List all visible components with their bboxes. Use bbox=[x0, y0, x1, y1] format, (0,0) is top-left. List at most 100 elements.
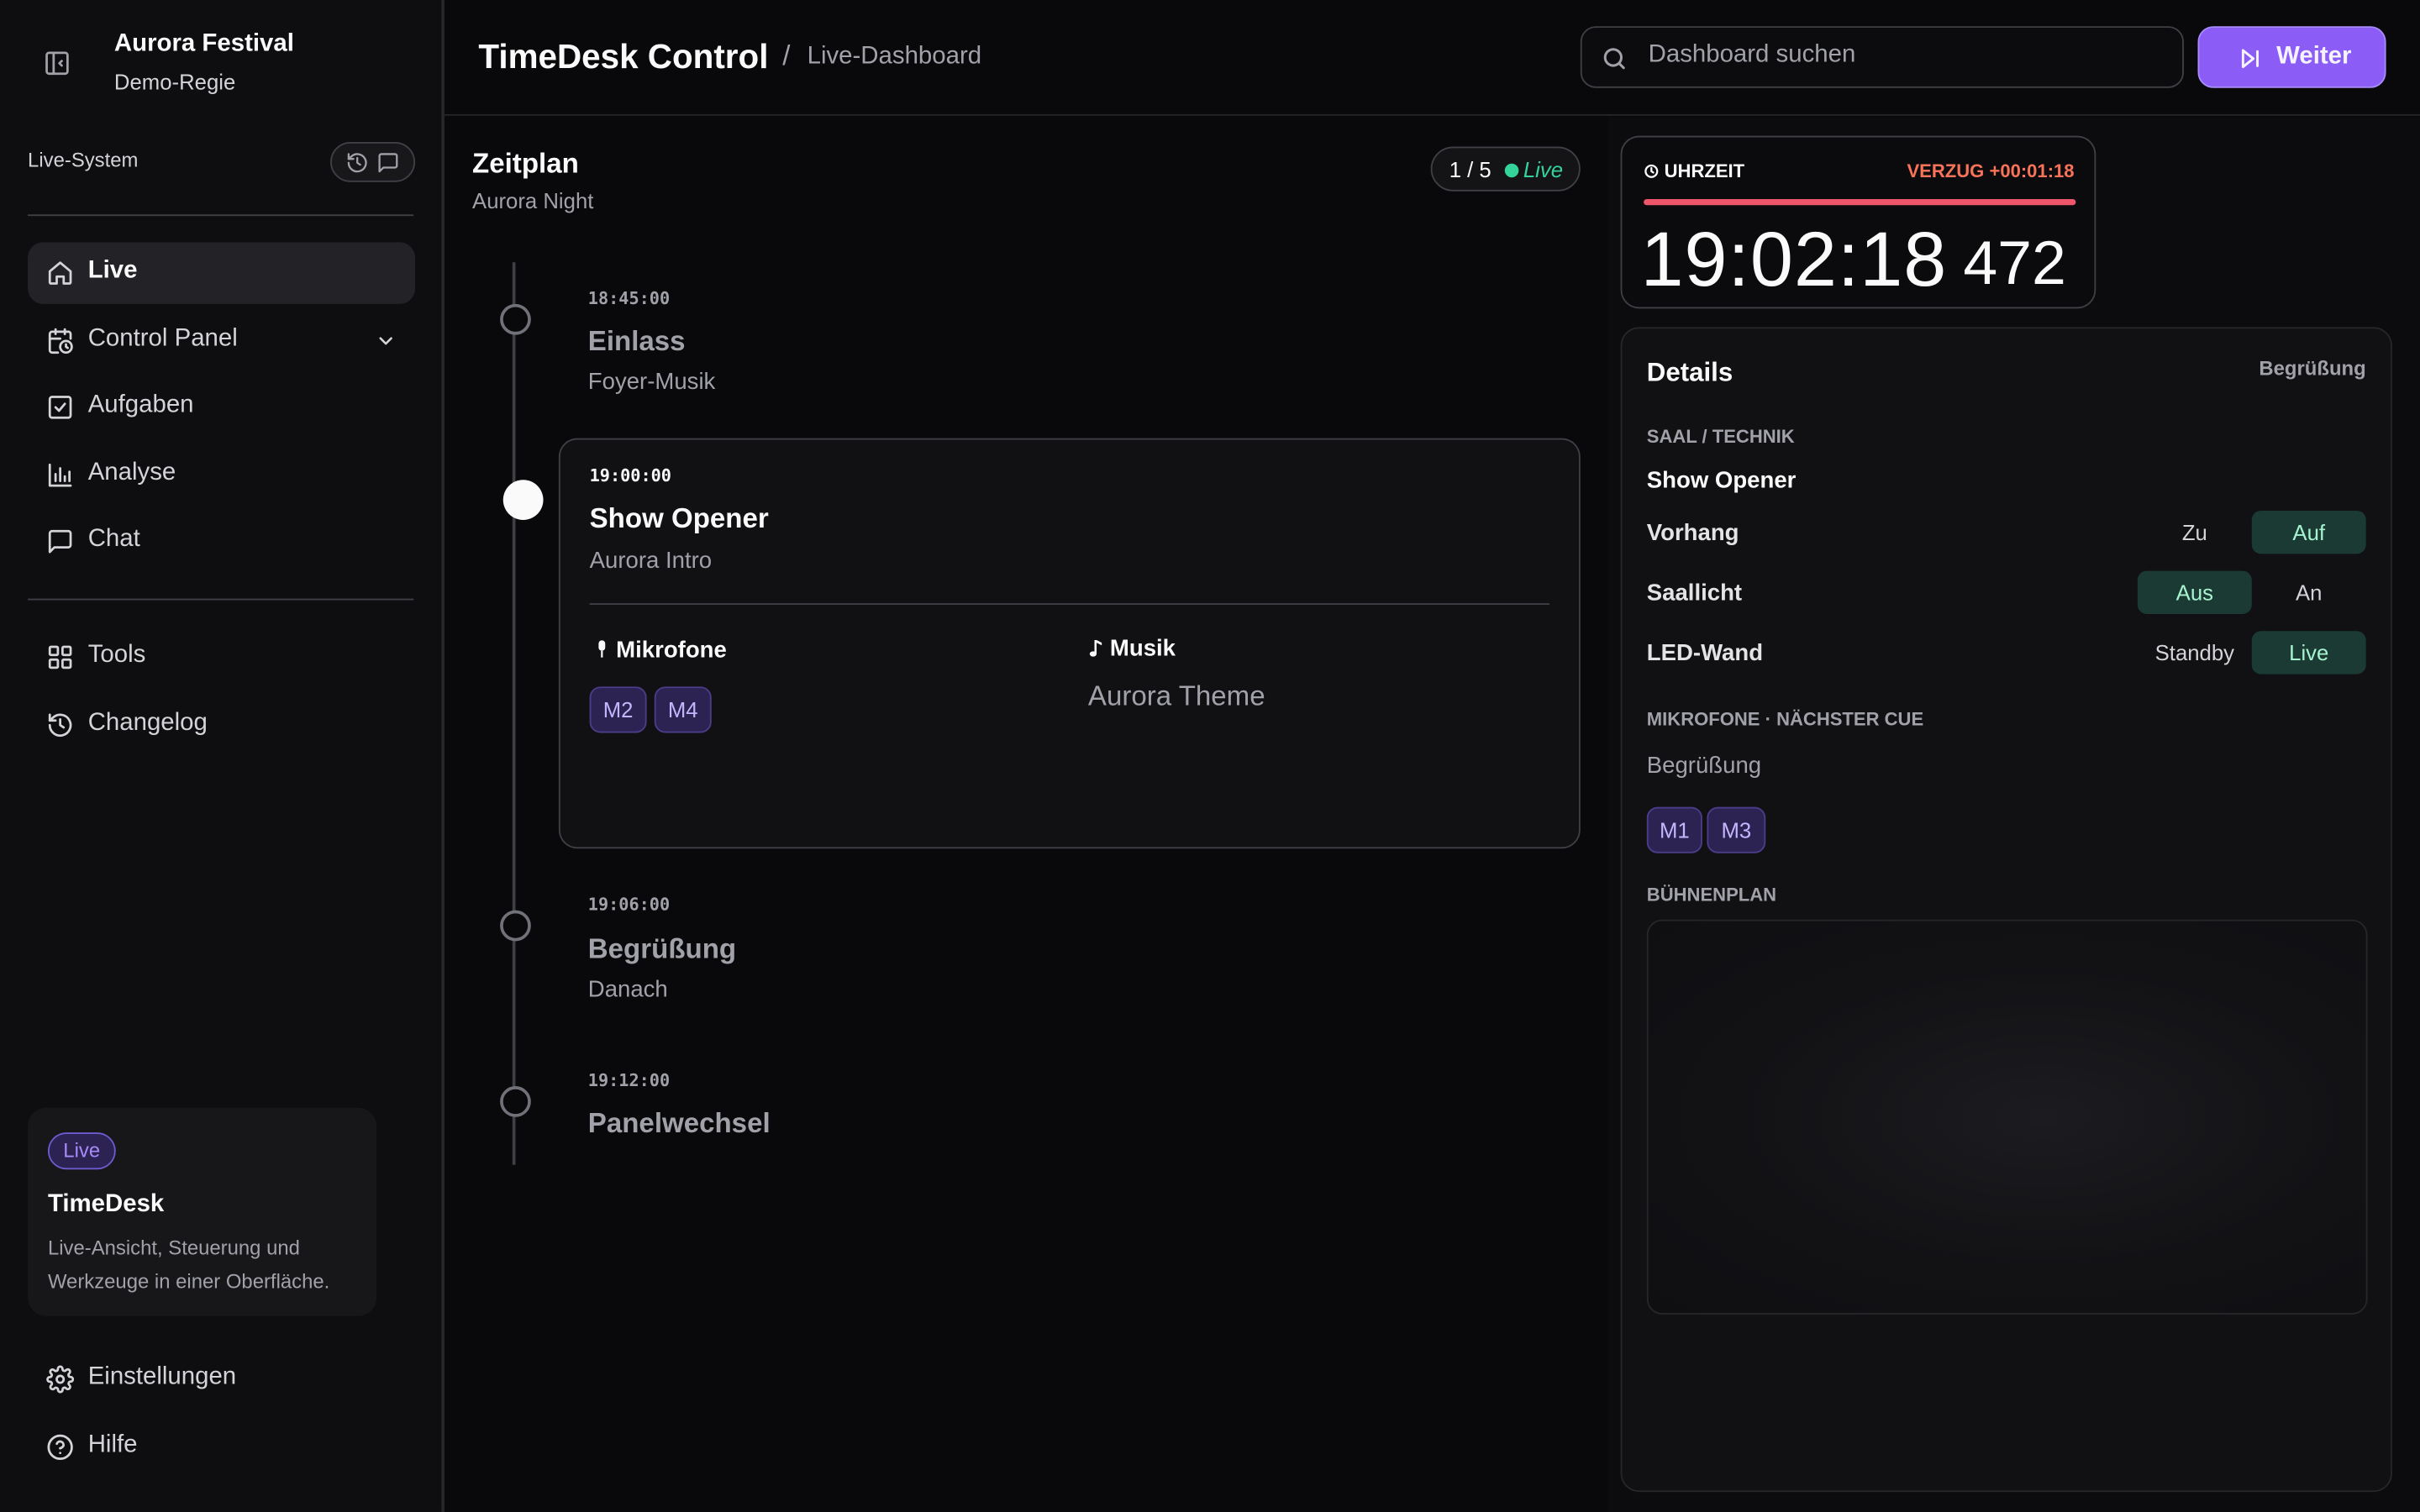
sidebar-divider bbox=[28, 214, 414, 217]
control-row-label: LED-Wand bbox=[1646, 640, 1764, 667]
schedule-status-badge: 1 / 5 Live bbox=[1430, 146, 1581, 192]
mics-heading: Mikrofone bbox=[594, 638, 727, 664]
timeline-line bbox=[512, 262, 516, 1165]
next-cue-name: Begrüßung bbox=[1646, 753, 1762, 780]
home-icon bbox=[48, 261, 72, 285]
event-name[interactable]: Einlass bbox=[588, 326, 686, 359]
search-icon bbox=[1603, 48, 1625, 70]
event-subtitle: Danach bbox=[587, 976, 668, 1003]
system-label: Live-System bbox=[28, 148, 139, 171]
stage-plan[interactable] bbox=[1646, 919, 2368, 1315]
led-wall-standby-option[interactable]: Standby bbox=[2138, 631, 2252, 674]
sidebar-item-label: Control Panel bbox=[87, 325, 238, 352]
gear-icon bbox=[46, 1365, 75, 1394]
event-time: 19:00:00 bbox=[589, 465, 671, 486]
search-input[interactable] bbox=[1648, 41, 2158, 70]
system-actions bbox=[330, 141, 416, 182]
check-square-icon bbox=[48, 396, 72, 419]
help-circle-icon bbox=[47, 1434, 73, 1461]
calendar-clock-icon bbox=[48, 328, 73, 354]
event-time: 19:06:00 bbox=[587, 895, 671, 916]
skip-forward-icon bbox=[2241, 49, 2259, 69]
section-heading-stage: BÜHNENPLAN bbox=[1646, 884, 1777, 906]
promo-title: TimeDesk bbox=[47, 1190, 165, 1218]
led-wall-live-option[interactable]: Live bbox=[2251, 631, 2366, 675]
event-subtitle: Foyer-Musik bbox=[587, 368, 716, 396]
sidebar-item-live[interactable]: Live bbox=[28, 242, 416, 304]
bar-chart-icon bbox=[48, 463, 72, 487]
brand-subtitle: Demo-Regie bbox=[113, 69, 236, 95]
delay-indicator: VERZUG +00:01:18 bbox=[1907, 160, 2075, 182]
schedule-counter: 1 / 5 bbox=[1449, 157, 1491, 182]
details-panel: Details Begrüßung SAAL / TECHNIK Show Op… bbox=[1620, 327, 2392, 1493]
event-name: Show Opener bbox=[589, 502, 769, 534]
sidebar-item-label: Einstellungen bbox=[87, 1363, 237, 1390]
breadcrumb-separator: / bbox=[782, 39, 791, 71]
clock-milliseconds: 472 bbox=[1963, 229, 2066, 298]
next-button-label: Weiter bbox=[2276, 43, 2352, 70]
grid-icon bbox=[48, 645, 72, 669]
control-row-label: Vorhang bbox=[1646, 519, 1739, 547]
section-heading-hall: SAAL / TECHNIK bbox=[1646, 425, 1795, 448]
details-title: Details bbox=[1646, 358, 1733, 388]
control-row-label: Saallicht bbox=[1646, 580, 1743, 606]
event-name[interactable]: Panelwechsel bbox=[588, 1108, 771, 1141]
sidebar-item-label: Analyse bbox=[87, 459, 176, 486]
event-time: 19:12:00 bbox=[587, 1070, 671, 1091]
event-time: 18:45:00 bbox=[587, 288, 671, 309]
music-label: Musik bbox=[1109, 635, 1176, 662]
sidebar-item-label: Hilfe bbox=[87, 1431, 138, 1458]
delay-bar bbox=[1644, 198, 2076, 206]
curtain-closed-option[interactable]: Zu bbox=[2138, 511, 2252, 554]
schedule-subtitle: Aurora Night bbox=[472, 188, 594, 213]
sidebar-item-help[interactable]: Hilfe bbox=[28, 1416, 415, 1478]
sidebar-item-label: Changelog bbox=[87, 709, 208, 737]
sidebar-item-label: Tools bbox=[87, 642, 146, 669]
card-divider bbox=[589, 603, 1550, 605]
event-name[interactable]: Begrüßung bbox=[588, 933, 736, 966]
mic-chip: M1 bbox=[1646, 806, 1702, 853]
app-window: Aurora Festival Demo-Regie Live-System L… bbox=[0, 0, 2420, 1512]
schedule-title: Zeitplan bbox=[472, 148, 579, 180]
timeline-dot bbox=[500, 303, 531, 335]
clock-icon bbox=[1644, 164, 1659, 178]
page-title: TimeDesk Control bbox=[478, 37, 769, 76]
details-tag: Begrüßung bbox=[2259, 356, 2366, 380]
schedule-status: Live bbox=[1523, 157, 1564, 182]
breadcrumb[interactable]: Live-Dashboard bbox=[808, 43, 981, 71]
sidebar-item-chat[interactable]: Chat bbox=[28, 511, 415, 572]
history-icon[interactable] bbox=[345, 151, 369, 175]
music-note-icon bbox=[1089, 639, 1102, 657]
music-value: Aurora Theme bbox=[1087, 680, 1265, 711]
sidebar: Aurora Festival Demo-Regie Live-System L… bbox=[0, 0, 445, 1512]
houselight-on-option[interactable]: An bbox=[2252, 571, 2366, 614]
sidebar-item-analyse[interactable]: Analyse bbox=[28, 444, 415, 506]
next-button[interactable]: Weiter bbox=[2197, 26, 2386, 88]
houselight-off-option[interactable]: Aus bbox=[2137, 570, 2252, 615]
mics-label: Mikrofone bbox=[616, 637, 727, 664]
promo-card: Live TimeDesk Live-Ansicht, Steuerung un… bbox=[28, 1107, 377, 1316]
sidebar-divider bbox=[28, 598, 414, 601]
brand: Aurora Festival Demo-Regie bbox=[28, 28, 417, 98]
clock-label-text: UHRZEIT bbox=[1664, 160, 1745, 182]
cue-name: Show Opener bbox=[1646, 467, 1797, 494]
sidebar-item-tools[interactable]: Tools bbox=[28, 627, 415, 688]
live-dot bbox=[1504, 163, 1519, 178]
brand-title: Aurora Festival bbox=[113, 30, 294, 57]
event-subtitle: Aurora Intro bbox=[589, 548, 713, 575]
curtain-open-option[interactable]: Auf bbox=[2251, 510, 2366, 554]
search-box bbox=[1580, 26, 2184, 88]
top-header: TimeDesk Control / Live-Dashboard Weiter bbox=[444, 0, 2420, 116]
clock-card: UHRZEIT VERZUG +00:01:18 19:02:18 472 bbox=[1620, 135, 2096, 309]
current-event-card[interactable]: 19:00:00 Show Opener Aurora Intro Mikrof… bbox=[558, 438, 1581, 849]
sidebar-item-aufgaben[interactable]: Aufgaben bbox=[28, 376, 415, 438]
mic-chip: M3 bbox=[1707, 806, 1766, 853]
sidebar-item-control-panel[interactable]: Control Panel bbox=[28, 310, 415, 371]
sidebar-item-changelog[interactable]: Changelog bbox=[28, 695, 415, 756]
sidebar-item-settings[interactable]: Einstellungen bbox=[28, 1348, 415, 1410]
mic-chip: M4 bbox=[654, 686, 712, 733]
timeline-dot bbox=[500, 910, 531, 942]
chevron-down-icon[interactable] bbox=[375, 330, 397, 352]
sidebar-toggle-icon[interactable] bbox=[43, 50, 71, 77]
chat-icon[interactable] bbox=[376, 151, 400, 175]
